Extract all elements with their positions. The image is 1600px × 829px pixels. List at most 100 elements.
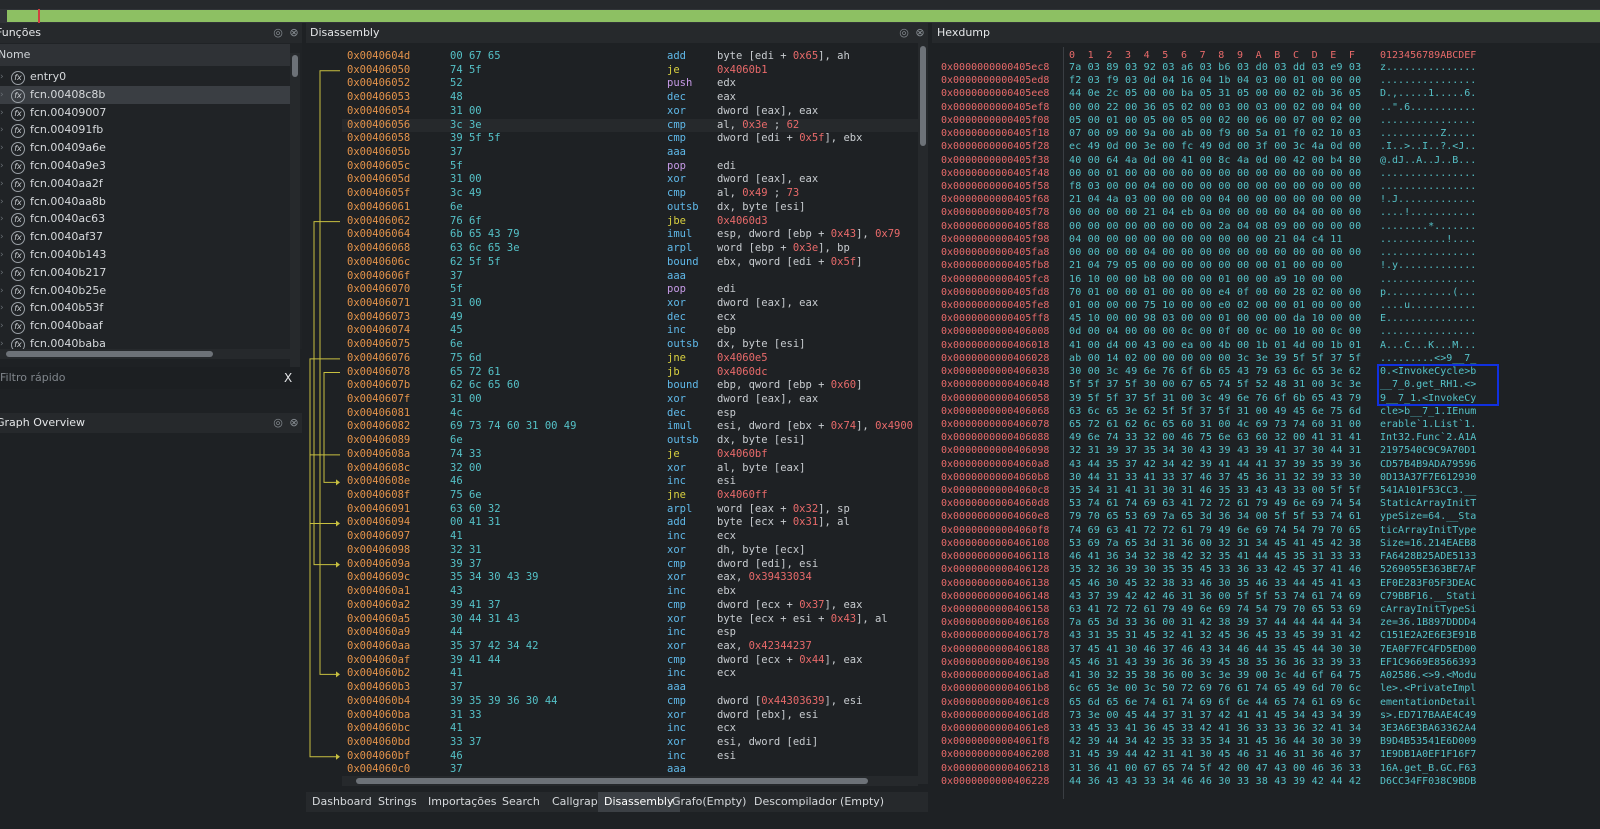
function-item[interactable]: › fx fcn.00409007 <box>0 104 290 122</box>
expand-icon[interactable]: › <box>0 210 4 228</box>
scroll-thumb[interactable] <box>920 46 926 146</box>
hex-ascii[interactable]: 2197540C9C9A70D1 <box>1380 444 1476 457</box>
instruction-address[interactable]: 0x00406056 <box>347 119 410 133</box>
hex-bytes[interactable]: 70 01 00 00 01 00 00 00 e4 0f 00 00 28 0… <box>1069 286 1361 299</box>
disassembly-vertical-scrollbar[interactable] <box>918 43 928 784</box>
hex-ascii[interactable]: ................ <box>1380 167 1476 180</box>
instruction-address[interactable]: 0x004060a1 <box>347 585 410 599</box>
tab-strings[interactable]: Strings <box>372 792 423 812</box>
instruction-address[interactable]: 0x00406094 <box>347 516 410 530</box>
hex-bytes[interactable]: 0d 00 04 00 00 00 0c 00 0f 00 0c 00 10 0… <box>1069 325 1361 338</box>
instruction-address[interactable]: 0x00406082 <box>347 420 410 434</box>
hex-ascii[interactable]: E............... <box>1380 312 1476 325</box>
instruction-address[interactable]: 0x00406073 <box>347 311 410 325</box>
hex-ascii[interactable]: erable`1.List`1. <box>1380 418 1476 431</box>
hex-bytes[interactable]: 46 41 36 34 32 38 42 32 35 41 44 45 35 3… <box>1069 550 1361 563</box>
hex-bytes[interactable]: 33 45 33 41 36 45 33 42 41 36 33 33 36 3… <box>1069 722 1361 735</box>
instruction-row[interactable]: 0x0040606f 37 aaa <box>342 270 918 284</box>
hex-bytes[interactable]: 35 34 31 41 31 30 31 46 35 33 43 43 33 0… <box>1069 484 1361 497</box>
hex-bytes[interactable]: 53 74 61 74 69 63 41 72 72 61 79 49 6e 6… <box>1069 497 1361 510</box>
tab-descompilador-empty[interactable]: Descompilador (Empty) <box>748 792 890 812</box>
instruction-address[interactable]: 0x004060aa <box>347 640 410 654</box>
hex-ascii[interactable]: ...........!.... <box>1380 233 1476 246</box>
hex-ascii[interactable]: ........*....... <box>1380 220 1476 233</box>
function-item[interactable]: › fx fcn.0040b25e <box>0 282 290 300</box>
function-item[interactable]: › fx fcn.0040a9e3 <box>0 157 290 175</box>
function-item[interactable]: › fx fcn.0040b53f <box>0 299 290 317</box>
hex-bytes[interactable]: 00 00 22 00 36 05 02 00 03 00 03 00 02 0… <box>1069 101 1361 114</box>
instruction-address[interactable]: 0x00406078 <box>347 366 410 380</box>
instruction-address[interactable]: 0x00406074 <box>347 324 410 338</box>
hex-ascii[interactable]: ....!........... <box>1380 206 1476 219</box>
hex-ascii[interactable]: s>.ED717BAAE4C49 <box>1380 709 1476 722</box>
hex-bytes[interactable]: 00 00 01 00 00 00 00 00 00 00 00 00 00 0… <box>1069 167 1361 180</box>
hex-bytes[interactable]: 43 44 35 37 42 34 42 39 41 44 41 37 39 3… <box>1069 458 1361 471</box>
expand-icon[interactable]: › <box>0 68 4 86</box>
instruction-row[interactable]: 0x0040605f 3c 49 cmp al, 0x49 ; 73 <box>342 187 918 201</box>
instruction-address[interactable]: 0x004060a5 <box>347 613 410 627</box>
close-icon[interactable]: ⊗ <box>288 27 300 39</box>
functions-column-header[interactable]: Nome <box>0 44 290 66</box>
function-item[interactable]: › fx fcn.0040b217 <box>0 264 290 282</box>
instruction-address[interactable]: 0x004060bf <box>347 750 410 764</box>
hex-bytes[interactable]: 41 00 d4 00 43 00 ea 00 4b 00 1b 01 4d 0… <box>1069 339 1361 352</box>
instruction-address[interactable]: 0x00406081 <box>347 407 410 421</box>
hex-ascii[interactable]: p...........(... <box>1380 286 1476 299</box>
hex-bytes[interactable]: 45 10 00 00 98 03 00 00 01 00 00 00 da 1… <box>1069 312 1361 325</box>
hex-ascii[interactable]: 5269055E363BE7AF <box>1380 563 1476 576</box>
hex-ascii[interactable]: ................ <box>1380 114 1476 127</box>
instruction-address[interactable]: 0x00406098 <box>347 544 410 558</box>
instruction-address[interactable]: 0x00406075 <box>347 338 410 352</box>
hex-bytes[interactable]: 43 37 39 42 42 46 31 36 00 5f 5f 53 74 6… <box>1069 590 1361 603</box>
tab-dashboard[interactable]: Dashboard <box>306 792 378 812</box>
instruction-row[interactable]: 0x00406094 00 41 31 add byte [ecx + 0x31], … <box>342 516 918 530</box>
hex-ascii[interactable]: 3E3A6E3BA63362A4 <box>1380 722 1476 735</box>
instruction-address[interactable]: 0x004060a9 <box>347 626 410 640</box>
instruction-address[interactable]: 0x0040605b <box>347 146 410 160</box>
instruction-row[interactable]: 0x00406075 6e outsb dx, byte [esi] <box>342 338 918 352</box>
expand-icon[interactable]: › <box>0 228 4 246</box>
instruction-address[interactable]: 0x00406053 <box>347 91 410 105</box>
hex-ascii[interactable]: CD57B4B9ADA79596 <box>1380 458 1476 471</box>
instruction-address[interactable]: 0x004060b3 <box>347 681 410 695</box>
hex-ascii[interactable]: 16A.get_B.GC.F63 <box>1380 762 1476 775</box>
function-item[interactable]: › fx fcn.004091fb <box>0 121 290 139</box>
instruction-row[interactable]: 0x00406064 6b 65 43 79 imul esp, dword [ebp… <box>342 228 918 242</box>
hex-ascii[interactable]: @.dJ..A..J..B... <box>1380 154 1476 167</box>
hex-bytes[interactable]: 00 00 00 00 21 04 eb 0a 00 00 00 00 04 0… <box>1069 206 1361 219</box>
tab-importa-es[interactable]: Importações <box>422 792 503 812</box>
hex-bytes[interactable]: 41 30 32 35 38 36 00 3c 3e 39 00 3c 4d 6… <box>1069 669 1361 682</box>
hex-bytes[interactable]: 31 45 39 44 42 31 41 30 45 46 31 46 31 3… <box>1069 748 1361 761</box>
instruction-row[interactable]: 0x00406071 31 00 xor dword [eax], eax <box>342 297 918 311</box>
hex-ascii[interactable]: EF1C9669E8566393 <box>1380 656 1476 669</box>
hex-ascii[interactable]: !.y............. <box>1380 259 1476 272</box>
hex-bytes[interactable]: 79 70 65 53 69 7a 65 3d 36 34 00 5f 5f 5… <box>1069 510 1361 523</box>
instruction-row[interactable]: 0x0040605c 5f pop edi <box>342 160 918 174</box>
instruction-row[interactable]: 0x0040608a 74 33 je 0x4060bf <box>342 448 918 462</box>
instruction-address[interactable]: 0x00406070 <box>347 283 410 297</box>
instruction-row[interactable]: 0x004060b4 39 35 39 36 30 44 cmp dword [0x4… <box>342 695 918 709</box>
instruction-row[interactable]: 0x00406050 74 5f je 0x4060b1 <box>342 64 918 78</box>
hex-ascii[interactable]: D.,.....1.....6. <box>1380 87 1476 100</box>
hex-bytes[interactable]: 49 6e 74 33 32 00 46 75 6e 63 60 32 00 4… <box>1069 431 1361 444</box>
float-icon[interactable]: ◎ <box>272 27 284 39</box>
clear-filter-button[interactable]: X <box>284 367 298 389</box>
instruction-row[interactable]: 0x00406068 63 6c 65 3e arpl word [ebp + 0x3… <box>342 242 918 256</box>
scroll-thumb[interactable] <box>292 55 298 77</box>
tab-search[interactable]: Search <box>496 792 546 812</box>
hex-bytes[interactable]: 74 69 63 41 72 72 61 79 49 6e 69 74 54 7… <box>1069 524 1361 537</box>
instruction-row[interactable]: 0x00406076 75 6d jne 0x4060e5 <box>342 352 918 366</box>
instruction-row[interactable]: 0x00406054 31 00 xor dword [eax], eax <box>342 105 918 119</box>
hex-bytes[interactable]: 04 00 00 00 00 00 00 00 00 00 00 21 04 c… <box>1069 233 1343 246</box>
hex-ascii[interactable]: ................ <box>1380 74 1476 87</box>
instruction-address[interactable]: 0x0040609a <box>347 558 410 572</box>
instruction-row[interactable]: 0x004060bc 41 inc ecx <box>342 722 918 736</box>
hex-bytes[interactable]: 44 36 43 43 33 34 46 46 30 33 38 43 39 4… <box>1069 775 1361 788</box>
instruction-address[interactable]: 0x004060bc <box>347 722 410 736</box>
hex-ascii[interactable]: StaticArrayInitT <box>1380 497 1476 510</box>
expand-icon[interactable]: › <box>0 317 4 335</box>
instruction-address[interactable]: 0x0040605d <box>347 173 410 187</box>
hex-bytes[interactable]: 00 00 00 00 04 00 00 00 00 00 00 00 00 0… <box>1069 246 1361 259</box>
instruction-row[interactable]: 0x00406081 4c dec esp <box>342 407 918 421</box>
float-icon[interactable]: ◎ <box>272 417 284 429</box>
